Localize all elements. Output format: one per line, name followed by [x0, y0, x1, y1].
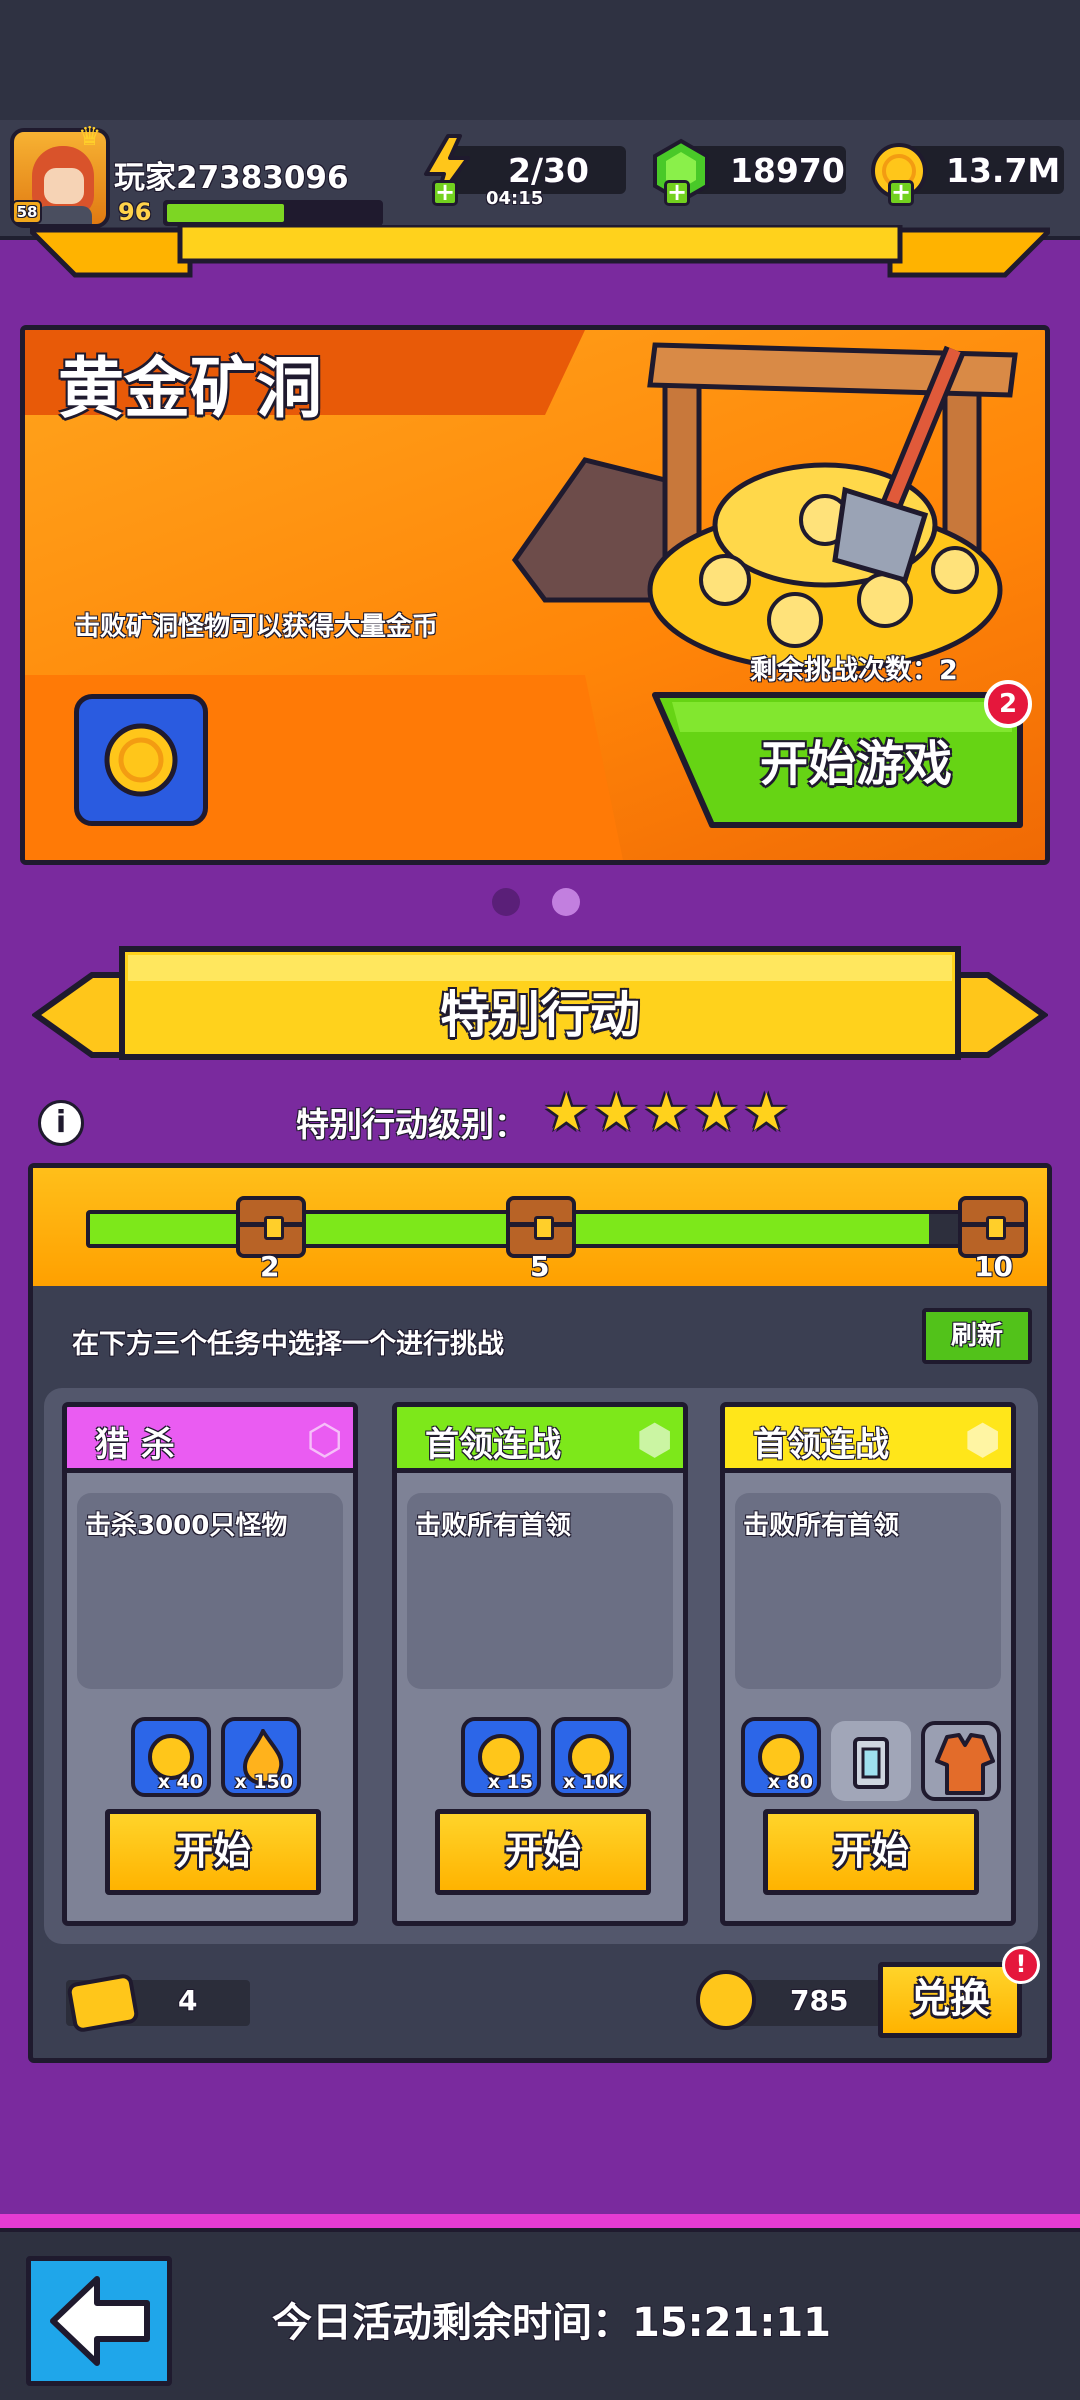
milestone-chest-5[interactable]: [506, 1196, 576, 1258]
footer-divider: [0, 2214, 1080, 2228]
event-remaining-attempts: 剩余挑战次数：2: [750, 655, 958, 686]
event-notification-badge: 2: [984, 680, 1032, 728]
task-card-description: 击败所有首领: [415, 1511, 572, 1541]
arrow-left-icon: [50, 2276, 150, 2366]
gold-token-icon: [696, 1970, 756, 2030]
reward-quantity: x 80: [767, 1771, 813, 1793]
armor-piece-icon[interactable]: [831, 1721, 911, 1801]
event-title-ribbon: [30, 225, 1050, 278]
task-card-description: 击杀3000只怪物: [85, 1511, 288, 1541]
gold-value: 13.7M: [946, 151, 1061, 190]
jacket-icon: [935, 1733, 995, 1795]
milestone-label: 2: [260, 1250, 280, 1283]
gold-token-icon[interactable]: x 40: [131, 1717, 211, 1797]
reward-quantity: x 150: [234, 1771, 293, 1793]
star-icon: ★: [543, 1083, 590, 1143]
gold-add-icon[interactable]: +: [888, 180, 914, 206]
token-count: 785: [790, 1984, 849, 2017]
milestone-chest-10[interactable]: [958, 1196, 1028, 1258]
special-action-title: 特别行动: [440, 986, 640, 1044]
task-start-button[interactable]: 开始: [763, 1809, 979, 1895]
reward-quantity: x 15: [487, 1771, 533, 1793]
gold-token-icon[interactable]: x 80: [741, 1717, 821, 1797]
hunt-emblem-icon: ⬡: [306, 1415, 343, 1464]
info-icon[interactable]: i: [38, 1100, 84, 1146]
gold-coin-icon[interactable]: x 10K: [551, 1717, 631, 1797]
refresh-button[interactable]: 刷新: [922, 1308, 1032, 1364]
task-card-boss-rush-2[interactable]: 首领连战 ⬢ 击败所有首领 x 80 开始: [720, 1402, 1016, 1926]
boss-emblem-icon: ⬢: [636, 1415, 673, 1464]
player-level-badge: 58: [12, 200, 42, 224]
task-card-boss-rush[interactable]: 首领连战 ⬢ 击败所有首领 x 15 x 10K 开始: [392, 1402, 688, 1926]
star-icon: ★: [693, 1083, 740, 1143]
crown-icon: ♛: [78, 122, 102, 152]
event-title: 黄金矿洞: [58, 350, 322, 427]
gem-value: 18970: [730, 151, 845, 190]
event-reward-coin-button[interactable]: [74, 694, 208, 826]
exchange-alert-badge: !: [1002, 1946, 1040, 1984]
energy-timer: 04:15: [486, 188, 544, 209]
page-indicator-dot-2[interactable]: [552, 888, 580, 916]
task-card-title: 首领连战: [425, 1425, 561, 1465]
jacket-icon[interactable]: [921, 1721, 1001, 1801]
task-card-title: 猎 杀: [95, 1425, 175, 1465]
gold-coin-icon: [104, 723, 178, 797]
back-button[interactable]: [26, 2256, 172, 2386]
energy-add-icon[interactable]: +: [432, 180, 458, 206]
milestone-label: 5: [530, 1250, 550, 1283]
page-indicator-dot-1[interactable]: [492, 888, 520, 916]
player-name: 玩家27383096: [114, 160, 349, 196]
task-card-hunt[interactable]: 猎 杀 ⬡ 击杀3000只怪物 x 40 x 150 开始: [62, 1402, 358, 1926]
system-status-bar: [0, 0, 1080, 120]
mine-illustration: [511, 342, 1018, 673]
ticket-count: 4: [178, 1984, 198, 2017]
gold-token-icon[interactable]: x 15: [461, 1717, 541, 1797]
star-icon: ★: [643, 1083, 690, 1143]
fire-orb-icon[interactable]: x 150: [221, 1717, 301, 1797]
milestone-label: 10: [974, 1250, 1013, 1283]
start-game-label: 开始游戏: [760, 736, 953, 792]
star-icon: ★: [743, 1083, 790, 1143]
event-description: 击败矿洞怪物可以获得大量金币: [74, 612, 439, 642]
special-action-level-label: 特别行动级别：: [296, 1105, 527, 1144]
event-remaining-time: 今日活动剩余时间：15:21:11: [272, 2300, 831, 2346]
task-instruction: 在下方三个任务中选择一个进行挑战: [72, 1329, 504, 1360]
reward-quantity: x 40: [157, 1771, 203, 1793]
reward-quantity: x 10K: [562, 1771, 623, 1793]
boss-emblem-icon: ⬢: [964, 1415, 1001, 1464]
milestone-chest-2[interactable]: [236, 1196, 306, 1258]
task-start-button[interactable]: 开始: [105, 1809, 321, 1895]
xp-value: 96: [118, 198, 152, 226]
energy-value: 2/30: [508, 151, 589, 190]
xp-progress-fill: [167, 204, 284, 222]
exchange-button[interactable]: 兑换: [878, 1962, 1022, 2038]
gem-add-icon[interactable]: +: [664, 180, 690, 206]
task-card-title: 首领连战: [753, 1425, 889, 1465]
xp-progress-bar: [163, 200, 383, 226]
task-card-description: 击败所有首领: [743, 1511, 900, 1541]
task-start-button[interactable]: 开始: [435, 1809, 651, 1895]
star-icon: ★: [593, 1083, 640, 1143]
armor-piece-icon: [853, 1737, 889, 1789]
